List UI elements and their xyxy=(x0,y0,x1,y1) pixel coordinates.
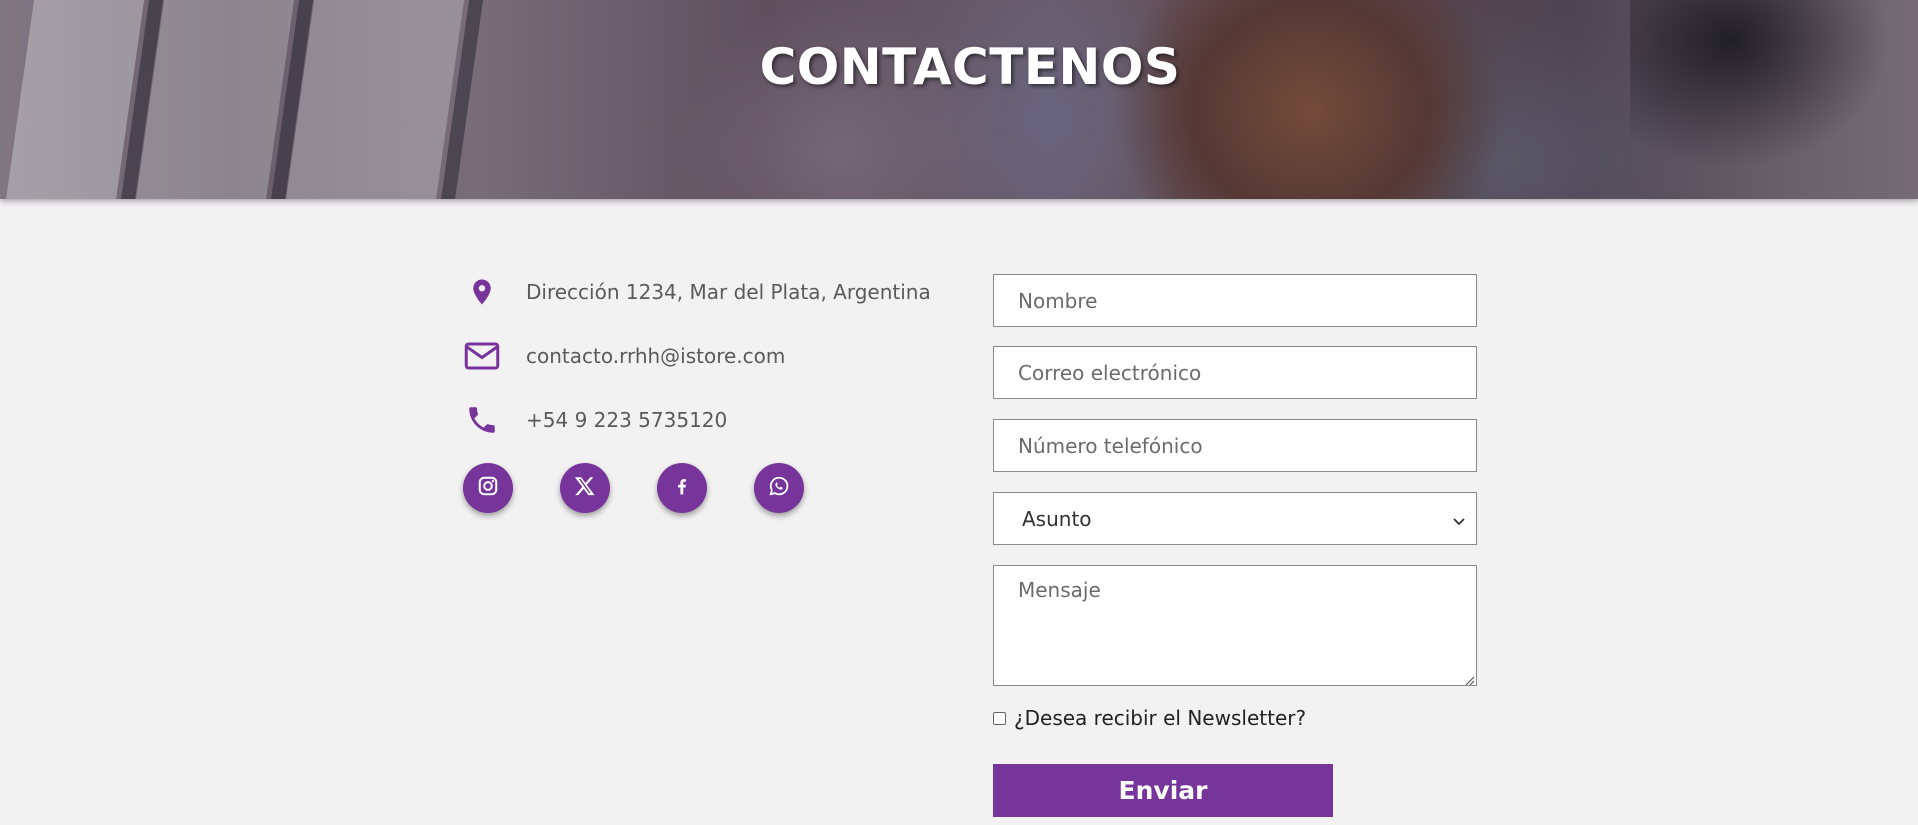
hero-background-panel xyxy=(283,0,467,199)
location-pin-icon xyxy=(460,270,504,314)
whatsapp-icon xyxy=(768,475,790,501)
contact-email-text[interactable]: contacto.rrhh@istore.com xyxy=(526,344,785,368)
whatsapp-link[interactable] xyxy=(754,463,804,513)
contact-email: contacto.rrhh@istore.com xyxy=(460,334,785,378)
name-field[interactable] xyxy=(993,274,1477,327)
contact-phone-text: +54 9 223 5735120 xyxy=(526,408,728,432)
facebook-link[interactable] xyxy=(657,463,707,513)
subject-select-value: Asunto xyxy=(1022,506,1092,531)
x-twitter-icon xyxy=(574,475,596,501)
instagram-icon xyxy=(477,475,499,501)
phone-field[interactable] xyxy=(993,419,1477,472)
instagram-link[interactable] xyxy=(463,463,513,513)
email-field[interactable] xyxy=(993,346,1477,399)
facebook-icon xyxy=(672,474,692,502)
chevron-down-icon xyxy=(1452,507,1466,531)
hero-banner: CONTACTENOS xyxy=(0,0,1918,199)
phone-icon xyxy=(460,398,504,442)
contact-address: Dirección 1234, Mar del Plata, Argentina xyxy=(460,270,931,314)
hero-background-shadow xyxy=(1630,0,1918,199)
newsletter-option[interactable]: ¿Desea recibir el Newsletter? xyxy=(993,706,1306,730)
message-field[interactable] xyxy=(993,565,1477,686)
x-twitter-link[interactable] xyxy=(560,463,610,513)
resize-handle-icon[interactable] xyxy=(1463,671,1475,686)
submit-button[interactable]: Enviar xyxy=(993,764,1333,817)
page-title: CONTACTENOS xyxy=(759,38,1181,96)
newsletter-label: ¿Desea recibir el Newsletter? xyxy=(1014,706,1307,730)
contact-address-text: Dirección 1234, Mar del Plata, Argentina xyxy=(526,280,931,304)
contact-phone: +54 9 223 5735120 xyxy=(460,398,727,442)
mail-icon xyxy=(460,334,504,378)
newsletter-checkbox[interactable] xyxy=(993,711,1006,725)
subject-select[interactable]: Asunto xyxy=(993,492,1477,545)
